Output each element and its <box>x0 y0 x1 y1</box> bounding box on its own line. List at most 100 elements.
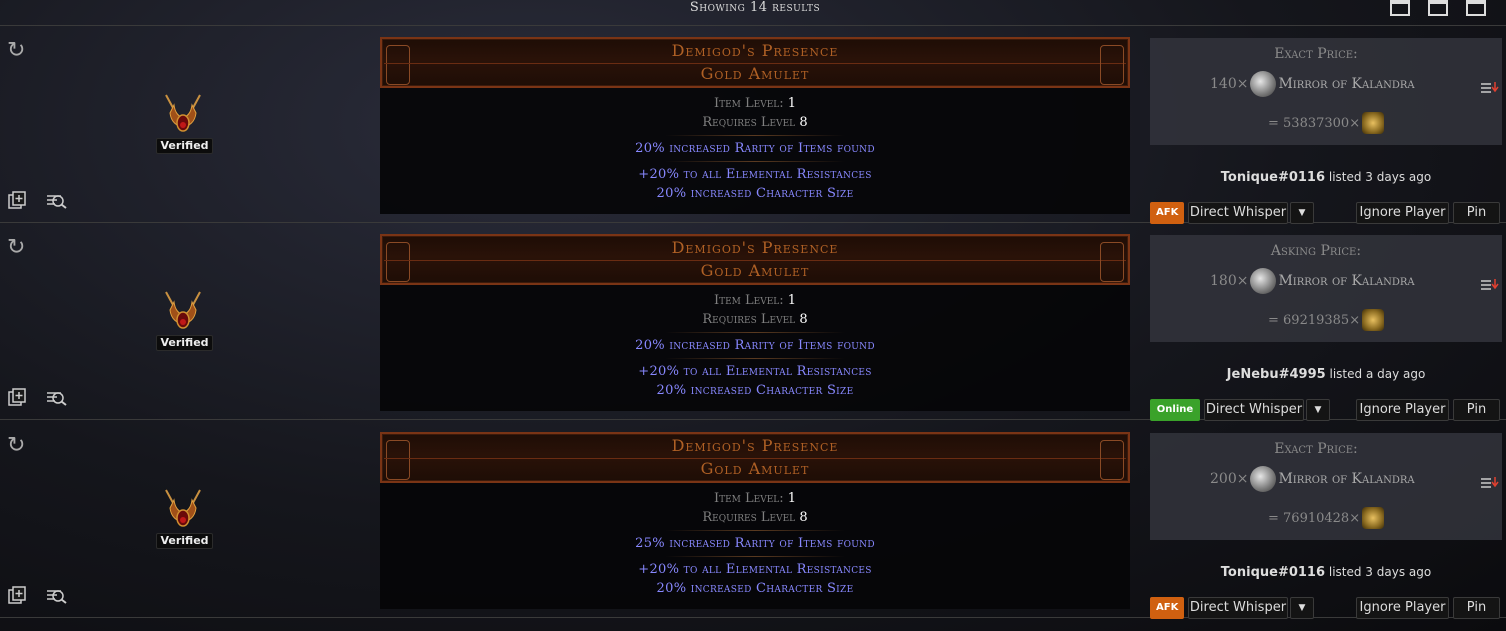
chaos-orb-icon <box>1362 112 1385 134</box>
explicit-mod: 20% increased Character Size <box>656 383 854 398</box>
item-name: Demigod's Presence <box>671 436 839 455</box>
whisper-dropdown-caret-icon[interactable]: ▼ <box>1290 597 1314 619</box>
result-row: ↻ Verified Demigod's Presence Gold Amule… <box>0 421 1506 619</box>
item-card: Demigod's Presence Gold Amulet Item Leve… <box>380 432 1130 609</box>
refresh-icon[interactable]: ↻ <box>7 433 25 458</box>
price-sort-icon[interactable] <box>1481 475 1499 489</box>
chaos-equivalent: = 53837300× <box>1268 112 1385 134</box>
verified-badge: Verified <box>156 138 213 154</box>
amulet-icon <box>165 291 201 329</box>
explicit-mod: +20% to all Elemental Resistances <box>638 167 872 182</box>
seller-info: JeNebu#4995 listed a day ago <box>1150 367 1502 382</box>
seller-account[interactable]: JeNebu#4995 <box>1227 367 1326 382</box>
item-level: Item Level: 1 <box>713 491 797 506</box>
item-properties: Item Level: 1 Requires Level 8 <box>380 291 1130 329</box>
refresh-icon[interactable]: ↻ <box>7 235 25 260</box>
amulet-icon <box>165 489 201 527</box>
chaos-orb-icon <box>1362 507 1385 529</box>
separator <box>665 556 845 557</box>
copy-item-icon[interactable] <box>8 388 26 406</box>
status-badge: AFK <box>1150 597 1184 619</box>
verified-badge: Verified <box>156 335 213 351</box>
price-sort-icon[interactable] <box>1481 277 1499 291</box>
mirror-of-kalandra-icon <box>1250 71 1277 97</box>
item-level: Item Level: 1 <box>713 293 797 308</box>
implicit-mod: 20% increased Rarity of Items found <box>635 338 875 353</box>
requirements: Requires Level 8 <box>702 510 808 525</box>
listed-time: listed 3 days ago <box>1328 565 1432 579</box>
direct-whisper-button[interactable]: Direct Whisper <box>1188 597 1288 619</box>
explicit-mod: +20% to all Elemental Resistances <box>638 562 872 577</box>
pin-button[interactable]: Pin <box>1453 597 1500 619</box>
copy-item-icon[interactable] <box>8 191 26 209</box>
item-name: Demigod's Presence <box>671 238 839 257</box>
search-similar-icon[interactable] <box>45 191 67 209</box>
header-divider <box>384 260 1126 261</box>
ignore-player-button[interactable]: Ignore Player <box>1356 399 1449 421</box>
explicit-mod: 20% increased Character Size <box>656 581 854 596</box>
separator <box>665 161 845 162</box>
item-level: Item Level: 1 <box>713 96 797 111</box>
price-label: Asking Price: <box>1270 243 1362 259</box>
mirror-of-kalandra-icon <box>1250 466 1277 492</box>
separator <box>665 358 845 359</box>
whisper-dropdown-caret-icon[interactable]: ▼ <box>1306 399 1330 421</box>
compact-view-icon[interactable] <box>1428 0 1448 16</box>
price-label: Exact Price: <box>1274 46 1358 62</box>
price-sort-icon[interactable] <box>1481 80 1499 94</box>
price-box: Exact Price: 200× Mirror of Kalandra = 7… <box>1150 433 1502 540</box>
price-amount: 180× Mirror of Kalandra <box>1210 268 1415 294</box>
copy-item-icon[interactable] <box>8 586 26 604</box>
item-base-type: Gold Amulet <box>700 64 810 83</box>
separator <box>665 135 845 136</box>
direct-whisper-button[interactable]: Direct Whisper <box>1188 202 1288 224</box>
implicit-mod: 25% increased Rarity of Items found <box>635 536 875 551</box>
seller-account[interactable]: Tonique#0116 <box>1221 170 1325 185</box>
item-properties: Item Level: 1 Requires Level 8 <box>380 489 1130 527</box>
item-card: Demigod's Presence Gold Amulet Item Leve… <box>380 234 1130 411</box>
item-card: Demigod's Presence Gold Amulet Item Leve… <box>380 37 1130 214</box>
requirements: Requires Level 8 <box>702 115 808 130</box>
item-header: Demigod's Presence Gold Amulet <box>380 432 1130 483</box>
separator <box>665 332 845 333</box>
price-box: Exact Price: 140× Mirror of Kalandra = 5… <box>1150 38 1502 145</box>
view-toggle <box>1390 0 1486 16</box>
pin-button[interactable]: Pin <box>1453 202 1500 224</box>
header-divider <box>384 458 1126 459</box>
search-similar-icon[interactable] <box>45 388 67 406</box>
item-base-type: Gold Amulet <box>700 459 810 478</box>
explicit-mod: 20% increased Character Size <box>656 186 854 201</box>
direct-whisper-button[interactable]: Direct Whisper <box>1204 399 1304 421</box>
verified-badge: Verified <box>156 533 213 549</box>
item-properties: Item Level: 1 Requires Level 8 <box>380 94 1130 132</box>
chaos-orb-icon <box>1362 309 1385 331</box>
chaos-equivalent: = 76910428× <box>1268 507 1385 529</box>
item-header: Demigod's Presence Gold Amulet <box>380 234 1130 285</box>
listed-time: listed 3 days ago <box>1328 170 1432 184</box>
results-header: Showing 14 results <box>0 0 1506 26</box>
item-header: Demigod's Presence Gold Amulet <box>380 37 1130 88</box>
chaos-equivalent: = 69219385× <box>1268 309 1385 331</box>
price-box: Asking Price: 180× Mirror of Kalandra = … <box>1150 235 1502 342</box>
listed-time: listed a day ago <box>1329 367 1426 381</box>
mirror-of-kalandra-icon <box>1250 268 1277 294</box>
grid-view-icon[interactable] <box>1466 0 1486 16</box>
results-count: Showing 14 results <box>689 0 821 15</box>
search-similar-icon[interactable] <box>45 586 67 604</box>
requirements: Requires Level 8 <box>702 312 808 327</box>
seller-account[interactable]: Tonique#0116 <box>1221 565 1325 580</box>
whisper-dropdown-caret-icon[interactable]: ▼ <box>1290 202 1314 224</box>
header-divider <box>384 63 1126 64</box>
status-badge: AFK <box>1150 202 1184 224</box>
pin-button[interactable]: Pin <box>1453 399 1500 421</box>
status-badge: Online <box>1150 399 1200 421</box>
ignore-player-button[interactable]: Ignore Player <box>1356 202 1449 224</box>
refresh-icon[interactable]: ↻ <box>7 38 25 63</box>
price-amount: 200× Mirror of Kalandra <box>1210 466 1415 492</box>
result-row: ↻ Verified Demigod's Presence Gold Amule… <box>0 223 1506 421</box>
result-row: ↻ Verified Demigod's Presence Gold Amule… <box>0 26 1506 224</box>
ignore-player-button[interactable]: Ignore Player <box>1356 597 1449 619</box>
price-label: Exact Price: <box>1274 441 1358 457</box>
list-view-icon[interactable] <box>1390 0 1410 16</box>
explicit-mod: +20% to all Elemental Resistances <box>638 364 872 379</box>
